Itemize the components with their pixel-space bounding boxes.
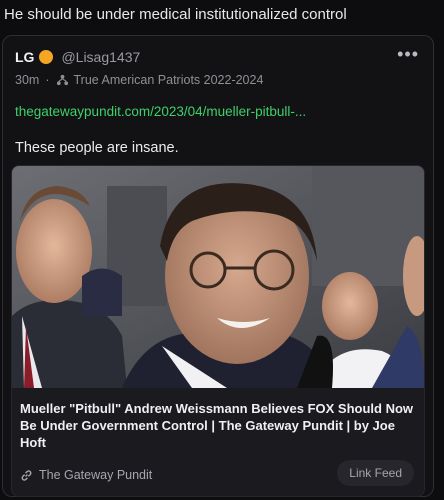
community-name[interactable]: True American Patriots 2022-2024 [74, 73, 264, 87]
comment-text: He should be under medical institutional… [4, 6, 347, 23]
author-row: LG @Lisag1437 [15, 49, 140, 65]
preview-site[interactable]: The Gateway Pundit [20, 468, 152, 482]
community-icon [56, 74, 68, 85]
preview-title[interactable]: Mueller "Pitbull" Andrew Weissmann Belie… [20, 400, 415, 451]
link-preview[interactable]: Mueller "Pitbull" Andrew Weissmann Belie… [11, 165, 425, 497]
more-options-icon[interactable]: ••• [397, 45, 419, 63]
status-badge [39, 50, 54, 64]
preview-image[interactable] [12, 166, 424, 388]
author-handle[interactable]: @Lisag1437 [61, 49, 140, 65]
link-icon [21, 469, 32, 481]
article-link[interactable]: thegatewaypundit.com/2023/04/mueller-pit… [15, 104, 306, 119]
quoted-post-card[interactable]: LG @Lisag1437 ••• 30m · True American Pa… [2, 35, 434, 497]
post-time: 30m [15, 73, 40, 87]
link-feed-button[interactable]: Link Feed [337, 460, 414, 486]
author-name[interactable]: LG [15, 49, 34, 65]
post-body: These people are insane. [15, 140, 179, 156]
post-meta: 30m · True American Patriots 2022-2024 [15, 73, 263, 87]
site-name: The Gateway Pundit [39, 468, 153, 482]
meta-separator: · [45, 73, 50, 87]
